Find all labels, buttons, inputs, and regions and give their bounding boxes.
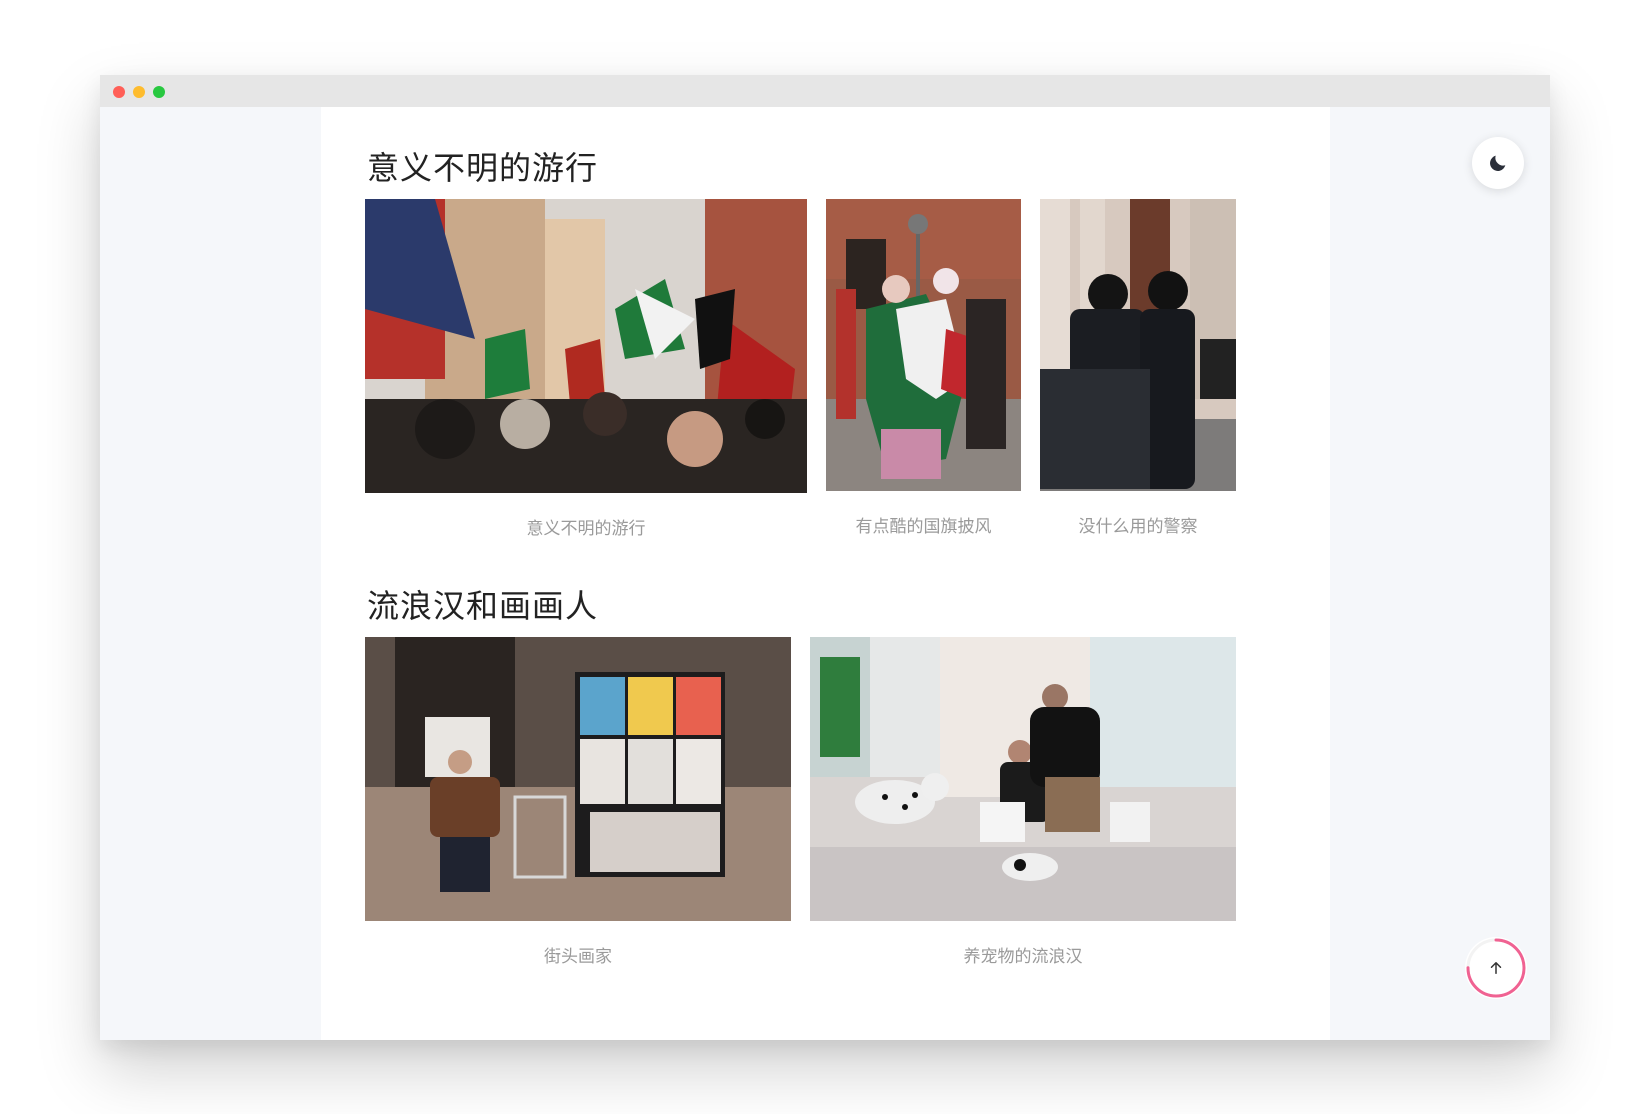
section-title-homeless-painters: 流浪汉和画画人 [367, 587, 599, 625]
police-image [1040, 199, 1236, 491]
photo-parade-flags[interactable] [365, 199, 807, 493]
theme-toggle-button[interactable] [1472, 137, 1524, 189]
maximize-window-button[interactable] [153, 86, 165, 98]
close-window-button[interactable] [113, 86, 125, 98]
caption-parade: 意义不明的游行 [526, 519, 646, 539]
arrow-up-icon [1490, 962, 1502, 974]
photo-police[interactable] [1040, 199, 1236, 491]
flag-cape-image [826, 199, 1021, 491]
browser-window: 意义不明的游行 意义不明的游行 有点酷的国旗披风 没什么用的警察 流浪汉和画画人… [100, 75, 1550, 1040]
caption-homeless-pets: 养宠物的流浪汉 [963, 947, 1083, 967]
moon-icon [1490, 155, 1506, 171]
window-titlebar [100, 75, 1550, 107]
back-to-top-button[interactable] [1465, 937, 1527, 999]
homeless-pets-image [810, 637, 1236, 921]
caption-street-painter: 街头画家 [544, 947, 612, 967]
caption-police: 没什么用的警察 [1078, 517, 1198, 537]
parade-crowd-image [365, 199, 807, 493]
street-painter-image [365, 637, 791, 921]
photo-street-painter[interactable] [365, 637, 791, 921]
photo-flag-cape[interactable] [826, 199, 1021, 491]
caption-flag-cape: 有点酷的国旗披风 [855, 517, 992, 537]
photo-homeless-pets[interactable] [810, 637, 1236, 921]
gallery-content: 意义不明的游行 意义不明的游行 有点酷的国旗披风 没什么用的警察 流浪汉和画画人… [321, 107, 1330, 1040]
minimize-window-button[interactable] [133, 86, 145, 98]
section-title-parade: 意义不明的游行 [367, 149, 599, 187]
